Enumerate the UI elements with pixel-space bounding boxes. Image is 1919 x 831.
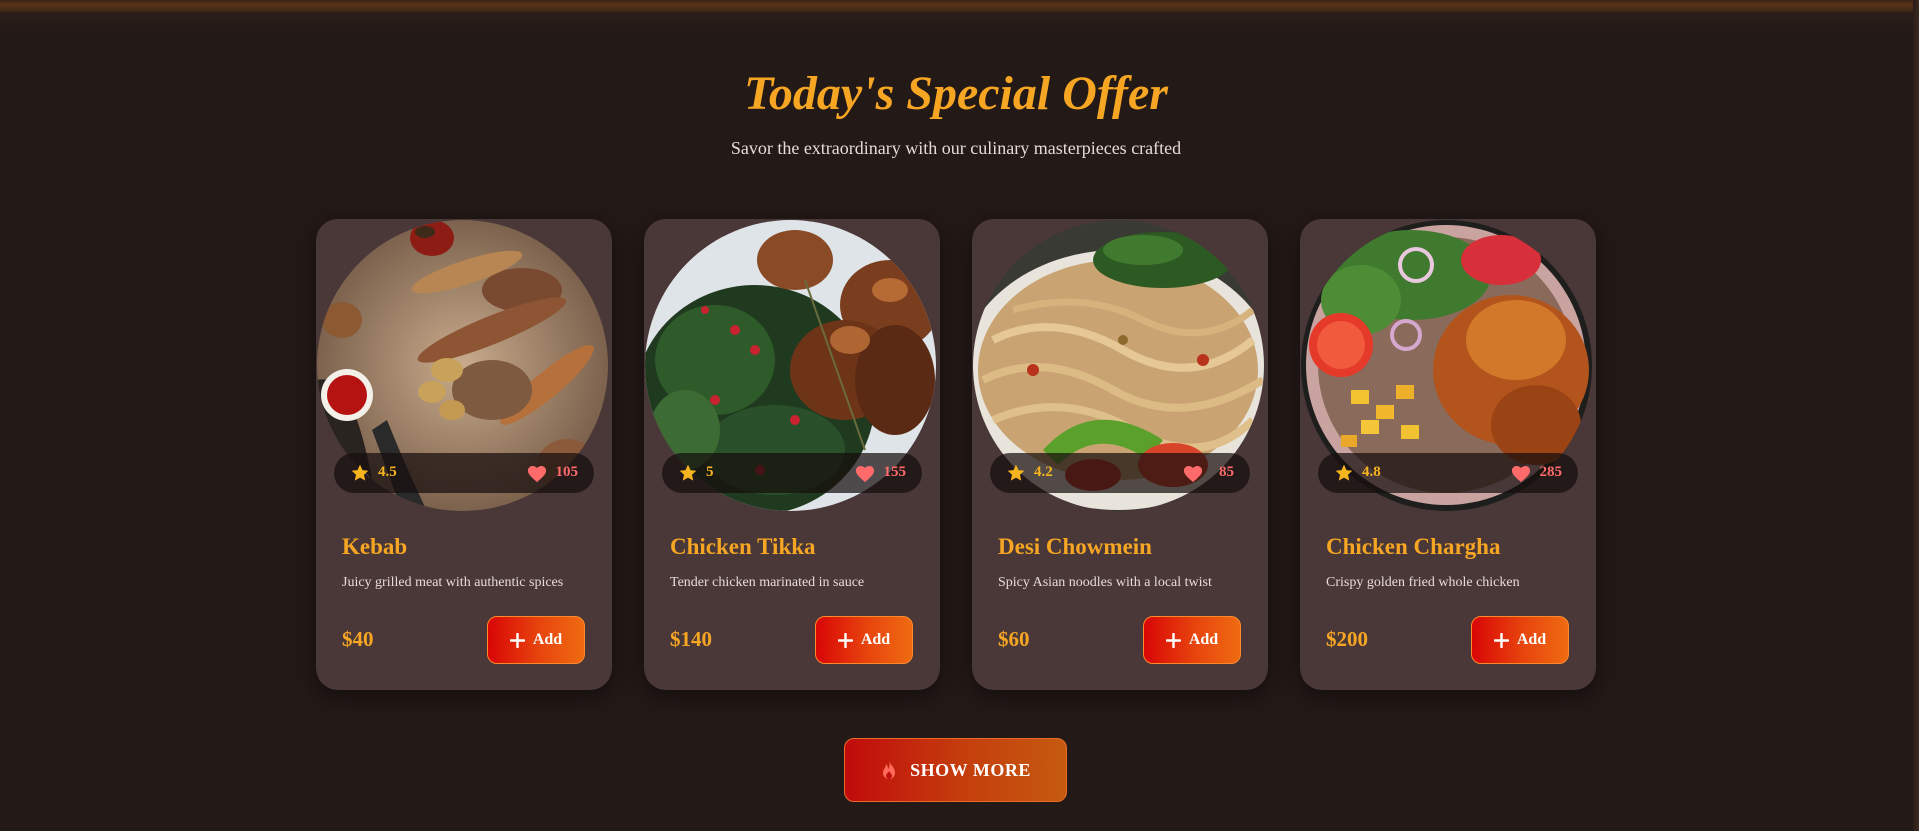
plus-icon — [1493, 632, 1509, 648]
dish-card: 4.8 285 Chicken Chargha Crispy golden fr… — [1300, 219, 1596, 690]
heart-icon[interactable] — [1510, 463, 1532, 483]
plus-icon — [509, 632, 525, 648]
dish-card: 4.2 85 Desi Chowmein Spicy Asian noodles… — [972, 219, 1268, 690]
dish-name: Chicken Chargha — [1326, 534, 1501, 559]
top-border — [0, 0, 1919, 12]
show-more-label: SHOW MORE — [910, 759, 1031, 780]
star-icon — [679, 464, 697, 481]
dish-card: 4.5 105 Kebab Juicy grilled meat with au… — [316, 219, 612, 690]
dish-description: Crispy golden fried whole chicken — [1326, 575, 1520, 590]
scrollbar-track[interactable] — [1913, 0, 1919, 831]
likes-count: 155 — [883, 464, 907, 480]
dish-name: Desi Chowmein — [998, 534, 1152, 559]
rating-likes-bar: 4.8 285 — [1318, 453, 1578, 493]
likes-count: 105 — [555, 464, 579, 480]
rating-value: 5 — [706, 464, 714, 480]
dish-description: Juicy grilled meat with authentic spices — [342, 575, 564, 590]
dish-price: $40 — [342, 627, 374, 651]
dish-name: Chicken Tikka — [670, 534, 816, 559]
likes-count: 285 — [1539, 464, 1563, 480]
dish-description: Tender chicken marinated in sauce — [670, 575, 865, 590]
star-icon — [1007, 464, 1025, 481]
add-to-cart-button[interactable]: Add — [1143, 616, 1241, 664]
rating-value: 4.2 — [1034, 464, 1053, 480]
section-subtitle: Savor the extraordinary with our culinar… — [730, 138, 1182, 158]
dish-description: Spicy Asian noodles with a local twist — [998, 575, 1212, 590]
add-to-cart-button[interactable]: Add — [487, 616, 585, 664]
add-button-label: Add — [532, 631, 563, 648]
heart-icon[interactable] — [854, 463, 876, 483]
star-icon — [1335, 464, 1353, 481]
dish-price: $140 — [670, 627, 712, 651]
fire-icon — [883, 760, 896, 779]
rating-likes-bar: 4.5 105 — [334, 453, 594, 493]
add-to-cart-button[interactable]: Add — [815, 616, 913, 664]
top-shadow — [0, 12, 1919, 34]
add-button-label: Add — [1188, 631, 1219, 648]
show-more-button[interactable]: SHOW MORE — [844, 738, 1067, 802]
add-button-label: Add — [1516, 631, 1547, 648]
dish-price: $200 — [1326, 627, 1368, 651]
add-button-label: Add — [860, 631, 891, 648]
plus-icon — [1165, 632, 1181, 648]
dish-name: Kebab — [342, 534, 408, 559]
rating-likes-bar: 5 155 — [662, 453, 922, 493]
rating-value: 4.8 — [1362, 464, 1381, 480]
plus-icon — [837, 632, 853, 648]
dish-price: $60 — [998, 627, 1030, 651]
star-icon — [351, 464, 369, 481]
rating-value: 4.5 — [378, 464, 397, 480]
rating-likes-bar: 4.2 85 — [990, 453, 1250, 493]
dish-card: 5 155 Chicken Tikka Tender chicken marin… — [644, 219, 940, 690]
section-title: Today's Special Offer — [744, 67, 1168, 120]
likes-count: 85 — [1219, 464, 1234, 480]
add-to-cart-button[interactable]: Add — [1471, 616, 1569, 664]
heart-icon[interactable] — [1182, 463, 1204, 483]
heart-icon[interactable] — [526, 463, 548, 483]
